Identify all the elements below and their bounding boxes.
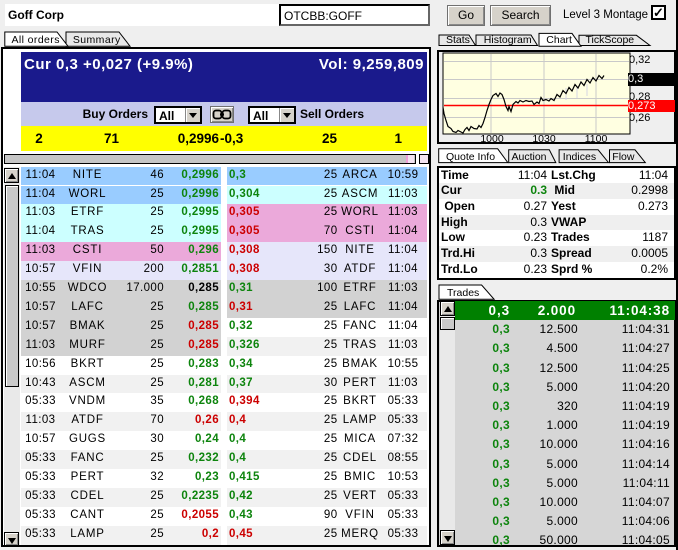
svg-text:TickScope: TickScope	[586, 34, 635, 46]
svg-text:Histogram: Histogram	[484, 34, 532, 46]
svg-text:Auction: Auction	[512, 151, 547, 163]
svg-text:Quote Info: Quote Info	[446, 151, 495, 163]
svg-text:Flow: Flow	[612, 151, 635, 163]
svg-text:1030: 1030	[532, 133, 556, 144]
svg-text:Stats: Stats	[446, 34, 470, 46]
svg-text:1000: 1000	[480, 133, 504, 144]
svg-text:Summary: Summary	[73, 34, 121, 46]
svg-text:All orders: All orders	[12, 34, 60, 46]
svg-text:Trades: Trades	[447, 287, 479, 299]
svg-text:Chart: Chart	[546, 34, 572, 46]
svg-text:Indices: Indices	[563, 151, 596, 163]
svg-text:1100: 1100	[585, 133, 608, 144]
